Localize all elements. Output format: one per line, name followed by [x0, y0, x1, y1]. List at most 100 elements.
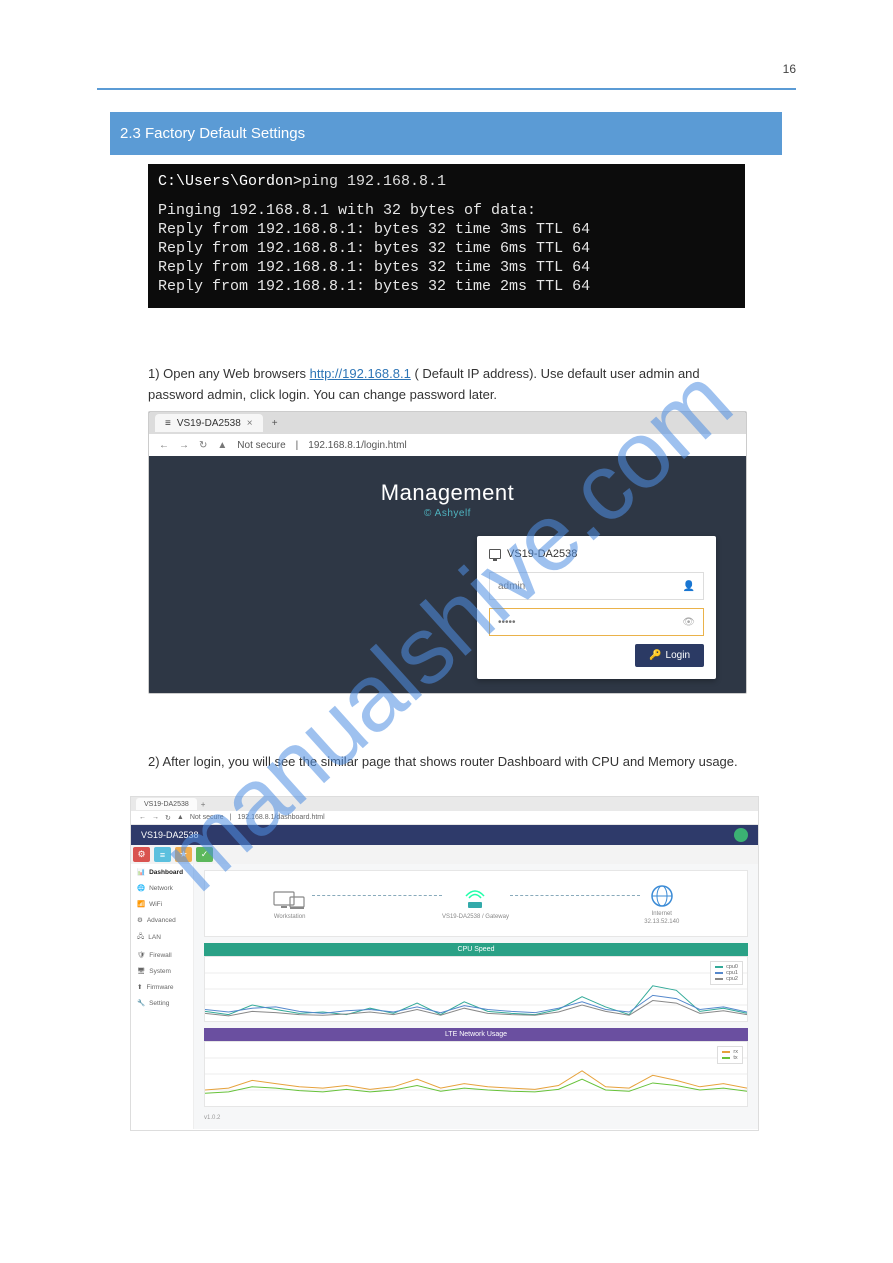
cpu-panel-header: CPU Speed — [204, 943, 748, 956]
back-button[interactable]: ← — [139, 814, 146, 821]
section-title: 2.3 Factory Default Settings — [120, 125, 305, 142]
terminal-reply: Reply from 192.168.8.1: bytes 32 time 2m… — [158, 277, 735, 296]
topo-link-2 — [510, 895, 640, 896]
browser-address-bar: ← → ↻ ▲ Not secure | 192.168.8.1/login.h… — [149, 434, 746, 457]
lte-chart: rx tx — [204, 1041, 748, 1107]
cpu-chart-svg — [205, 957, 747, 1021]
forward-button[interactable]: → — [152, 814, 159, 821]
browser-address-bar: ← → ↻ ▲ Not secure | 192.168.8.1/dashboa… — [131, 811, 758, 825]
globe-icon — [649, 883, 675, 909]
password-value: ••••• — [498, 617, 516, 628]
topo-node-workstation: Workstation — [273, 888, 307, 920]
login-button-label: Login — [666, 650, 690, 661]
terminal-reply: Reply from 192.168.8.1: bytes 32 time 3m… — [158, 258, 735, 277]
lte-legend: rx tx — [717, 1046, 743, 1064]
eye-icon[interactable]: 👁 — [682, 617, 695, 628]
firmware-icon: ⬆ — [137, 983, 142, 991]
user-icon: 👤 — [683, 581, 695, 592]
menu-firewall[interactable]: 🛡 Firewall — [131, 947, 193, 963]
monitor-icon — [489, 549, 501, 559]
menu-label: Dashboard — [149, 869, 183, 876]
quick-btn-4[interactable]: ✓ — [196, 847, 213, 862]
lte-chart-svg — [205, 1042, 747, 1106]
terminal-command: ping 192.168.8.1 — [302, 173, 446, 190]
dashboard-main: Workstation VS19-DA2538 / Gateway — [194, 864, 758, 1129]
workstation-icon — [273, 888, 307, 912]
user-avatar[interactable] — [734, 828, 748, 842]
menu-network[interactable]: 🌐Network — [131, 880, 193, 896]
terminal-output: C:\Users\Gordon>ping 192.168.8.1 Pinging… — [148, 164, 745, 308]
system-icon: 🖥 — [137, 967, 145, 975]
menu-label: Firewall — [149, 952, 171, 959]
menu-dashboard[interactable]: 📊 Dashboard — [131, 864, 193, 880]
security-label: Not secure — [237, 440, 285, 451]
topology-panel: Workstation VS19-DA2538 / Gateway — [204, 870, 748, 937]
password-field[interactable]: ••••• 👁 — [489, 608, 704, 636]
menu-system[interactable]: 🖥 System — [131, 963, 193, 979]
dashboard-icon: 📊 — [137, 868, 145, 876]
antenna-icon — [462, 888, 488, 912]
quick-btn-1[interactable]: ⚙ — [133, 847, 150, 862]
cpu-legend: cpu0 cpu1 cpu2 — [710, 961, 743, 985]
back-button[interactable]: ← — [159, 440, 169, 451]
tab-title: VS19-DA2538 — [144, 801, 189, 808]
network-icon: 🌐 — [137, 884, 145, 892]
menu-wifi[interactable]: 📶 WiFi — [131, 896, 193, 912]
url-text[interactable]: 192.168.8.1/login.html — [308, 440, 406, 451]
terminal-ping-header: Pinging 192.168.8.1 with 32 bytes of dat… — [158, 201, 735, 220]
browser-tab-bar: VS19-DA2538 + — [131, 797, 758, 811]
browser-tab-bar: ≡ VS19-DA2538 × + — [149, 412, 746, 434]
gear-icon: ⚙ — [137, 916, 143, 924]
new-tab-button[interactable]: + — [267, 415, 283, 431]
security-label: Not secure — [190, 814, 224, 821]
refresh-button[interactable]: ↻ — [199, 440, 207, 451]
tab-title: VS19-DA2538 — [177, 418, 241, 429]
forward-button[interactable]: → — [179, 440, 189, 451]
default-ip-link[interactable]: http://192.168.8.1 — [310, 366, 411, 381]
menu-lan[interactable]: 🖧LAN — [131, 928, 193, 947]
tab-favicon: ≡ — [165, 418, 171, 429]
login-button[interactable]: 🔑 Login — [635, 644, 704, 667]
shield-icon: 🛡 — [137, 951, 145, 959]
topo-label: Internet — [652, 911, 672, 917]
header-rule — [97, 88, 796, 90]
new-tab-button[interactable]: + — [201, 800, 206, 809]
legend-item: cpu2 — [726, 976, 738, 982]
topo-node-gateway: VS19-DA2538 / Gateway — [442, 888, 509, 920]
login-screenshot: ≡ VS19-DA2538 × + ← → ↻ ▲ Not secure | 1… — [148, 411, 747, 694]
instruction-text: 2) After login, you will see the similar… — [148, 754, 738, 769]
wrench-icon: 🔧 — [137, 999, 145, 1007]
topo-ip: 32.13.52.140 — [644, 919, 679, 925]
menu-label: LAN — [148, 934, 161, 941]
section-title-bar: 2.3 Factory Default Settings — [110, 112, 782, 155]
device-name-row: VS19-DA2538 — [489, 548, 704, 560]
legend-item: tx — [733, 1055, 737, 1061]
username-field[interactable]: admin 👤 — [489, 572, 704, 600]
menu-label: System — [149, 968, 171, 975]
sidebar: 📊 Dashboard 🌐Network 📶 WiFi ⚙ Advanced 🖧LAN… — [131, 864, 194, 1129]
quick-btn-3[interactable]: ★ — [175, 847, 192, 862]
menu-label: Advanced — [147, 917, 176, 924]
page-number: 16 — [783, 62, 796, 76]
dashboard-screenshot: VS19-DA2538 + ← → ↻ ▲ Not secure | 192.1… — [130, 796, 759, 1131]
menu-label: WiFi — [149, 901, 162, 908]
browser-tab[interactable]: ≡ VS19-DA2538 × — [155, 414, 263, 432]
lte-panel-header: LTE Network Usage — [204, 1028, 748, 1041]
app-title-bar: VS19-DA2538 — [131, 825, 758, 845]
menu-advanced[interactable]: ⚙ Advanced — [131, 912, 193, 928]
refresh-button[interactable]: ↻ — [165, 814, 171, 822]
menu-label: Firmware — [146, 984, 173, 991]
menu-firmware[interactable]: ⬆ Firmware — [131, 979, 193, 995]
key-icon: 🔑 — [649, 650, 661, 661]
terminal-reply: Reply from 192.168.8.1: bytes 32 time 6m… — [158, 239, 735, 258]
url-text[interactable]: 192.168.8.1/dashboard.html — [238, 814, 325, 821]
topo-label: VS19-DA2538 / Gateway — [442, 914, 509, 920]
wifi-icon: 📶 — [137, 900, 145, 908]
browser-tab[interactable]: VS19-DA2538 — [136, 798, 197, 810]
menu-setting[interactable]: 🔧 Setting — [131, 995, 193, 1011]
instruction-text: 1) Open any Web browsers — [148, 366, 310, 381]
menu-label: Setting — [149, 1000, 169, 1007]
terminal-prompt: C:\Users\Gordon> — [158, 173, 302, 190]
quick-btn-2[interactable]: ≡ — [154, 847, 171, 862]
close-tab-icon[interactable]: × — [247, 418, 253, 429]
